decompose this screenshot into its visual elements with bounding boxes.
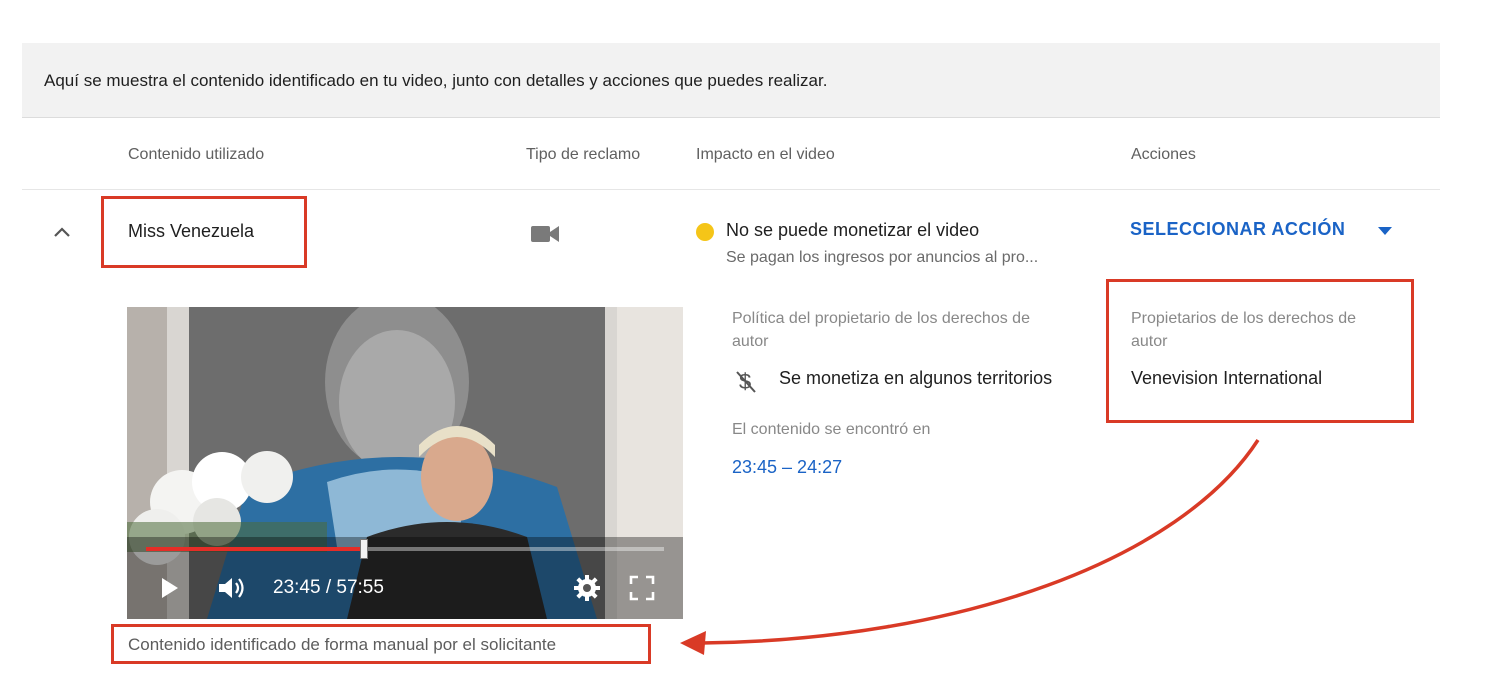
found-at-label: El contenido se encontró en <box>732 421 931 438</box>
demonetized-dollar-icon: $ <box>736 369 756 394</box>
column-header-claim-type: Tipo de reclamo <box>526 146 641 163</box>
column-header-impact: Impacto en el video <box>696 146 835 163</box>
found-timestamp-link[interactable]: 23:45 – 24:27 <box>732 457 842 478</box>
dropdown-caret-icon[interactable] <box>1378 227 1392 235</box>
progress-track[interactable] <box>146 547 664 551</box>
collapse-chevron-up-icon[interactable] <box>52 225 72 239</box>
column-header-content: Contenido utilizado <box>128 146 265 163</box>
progress-scrubber-handle[interactable] <box>359 539 368 559</box>
select-action-button[interactable]: SELECCIONAR ACCIÓN <box>1130 219 1345 240</box>
policy-value: Se monetiza en algunos territorios <box>779 368 1053 388</box>
owners-value: Venevision International <box>1131 368 1323 388</box>
column-header-actions: Acciones <box>1131 146 1196 163</box>
header-divider <box>22 189 1440 190</box>
impact-title: No se puede monetizar el video <box>726 220 980 240</box>
fullscreen-icon[interactable] <box>629 575 655 601</box>
info-banner: Aquí se muestra el contenido identificad… <box>22 43 1440 118</box>
identification-note: Contenido identificado de forma manual p… <box>128 635 557 654</box>
video-camera-icon <box>531 226 559 242</box>
info-banner-text: Aquí se muestra el contenido identificad… <box>44 71 828 90</box>
progress-fill <box>146 547 364 551</box>
settings-gear-icon[interactable] <box>573 574 601 602</box>
play-icon[interactable] <box>160 577 180 599</box>
impact-subtitle: Se pagan los ingresos por anuncios al pr… <box>726 249 1039 266</box>
status-dot-icon <box>696 223 714 241</box>
owners-label: Propietarios de los derechos de autor <box>1131 310 1357 350</box>
policy-label: Política del propietario de los derechos… <box>732 310 1030 350</box>
volume-icon[interactable] <box>217 575 249 601</box>
video-frame-image <box>127 307 683 619</box>
claimed-content-name[interactable]: Miss Venezuela <box>128 221 254 242</box>
time-display: 23:45 / 57:55 <box>273 577 384 598</box>
video-player[interactable]: 23:45 / 57:55 <box>127 307 683 619</box>
